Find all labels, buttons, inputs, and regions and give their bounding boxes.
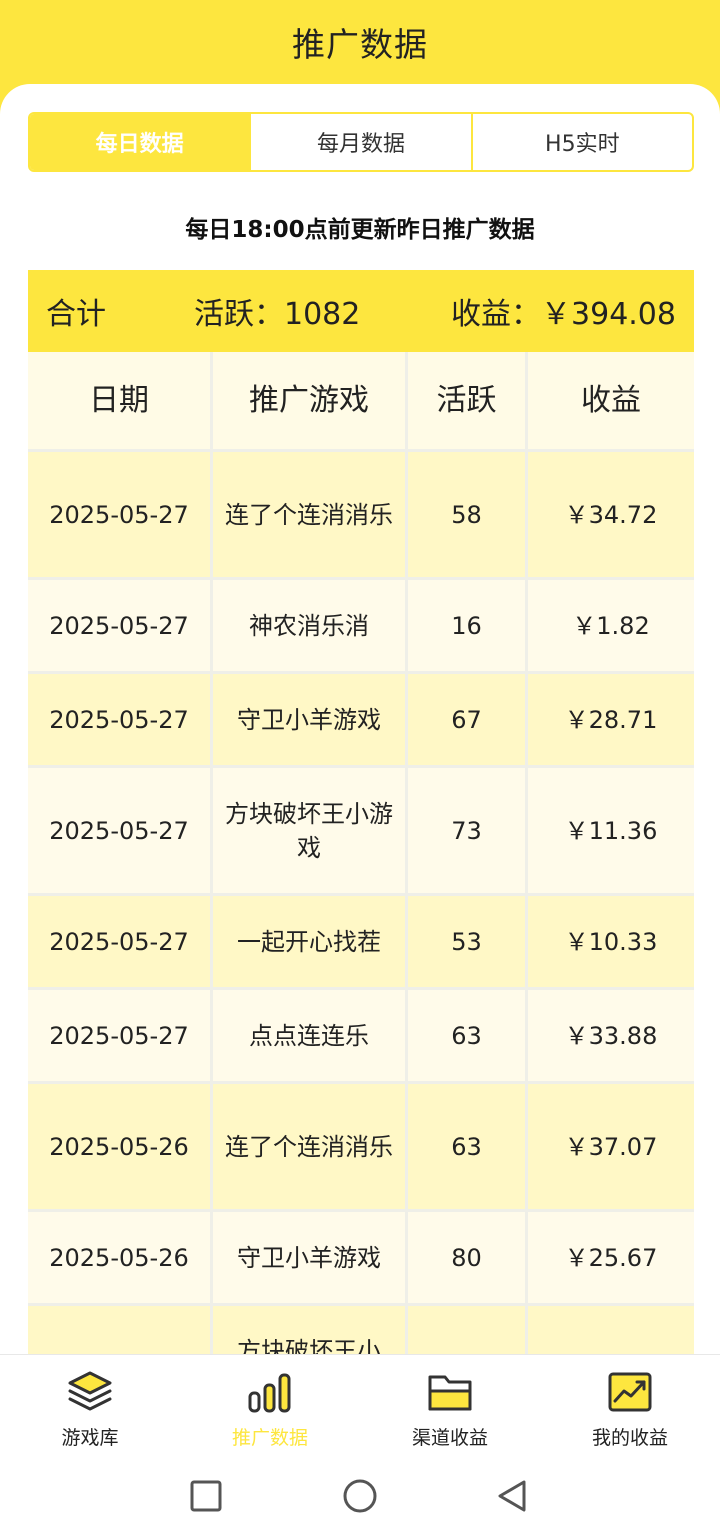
header-income: 收益 [581,382,641,418]
back-triangle-icon[interactable] [492,1476,532,1516]
cell-income: ￥37.07 [564,1132,658,1161]
cell-date: 2025-05-27 [28,452,213,577]
cell-date: 2025-05-27 [28,896,213,987]
tab-monthly[interactable]: 每月数据 [251,114,473,170]
table-row[interactable]: 2025-05-27 连了个连消消乐 58 ￥34.72 [28,452,694,580]
cell-game: 守卫小羊游戏 [213,1212,408,1303]
recents-square-icon[interactable] [186,1476,226,1516]
cell-date [28,1306,213,1354]
trend-chart-icon [608,1372,652,1412]
table-row[interactable]: 2025-05-27 守卫小羊游戏 67 ￥28.71 [28,674,694,768]
cell-active: 63 [408,990,528,1081]
cell-game: 神农消乐消 [213,580,408,671]
cell-game: 点点连连乐 [213,990,408,1081]
data-table: 日期 推广游戏 活跃 收益 2025-05-27 连了个连消消乐 58 ￥34.… [28,352,694,1354]
cell-game: 连了个连消消乐 [213,452,408,577]
cell-income: ￥25.67 [564,1243,658,1272]
table-row[interactable]: 方块破坏王小 [28,1306,694,1354]
cell-income: ￥28.71 [564,705,658,734]
cell-active: 67 [408,674,528,765]
cell-income: ￥33.88 [564,1021,658,1050]
summary-active: 活跃：1082 [194,297,361,332]
cell-game: 守卫小羊游戏 [213,674,408,765]
layers-icon [68,1371,112,1411]
cell-active: 80 [408,1212,528,1303]
update-notice: 每日18:00点前更新昨日推广数据 [185,217,535,243]
cell-income: ￥11.36 [564,816,658,845]
table-header-row: 日期 推广游戏 活跃 收益 [28,352,694,452]
cell-date: 2025-05-27 [28,580,213,671]
system-nav-bar [0,1458,720,1532]
nav-label: 游戏库 [61,1427,119,1449]
cell-active [408,1306,528,1354]
nav-game-library[interactable]: 游戏库 [0,1355,180,1458]
cell-game: 方块破坏王小 [213,1306,408,1354]
header-active: 活跃 [408,352,528,449]
header-game: 推广游戏 [213,352,408,449]
page-title: 推广数据 [292,25,428,64]
cell-game: 方块破坏王小游戏 [213,768,408,893]
cell-active: 73 [408,768,528,893]
nav-channel-income[interactable]: 渠道收益 [360,1355,540,1458]
summary-income: 收益：￥394.08 [451,297,676,332]
folder-icon [428,1375,472,1411]
table-row[interactable]: 2025-05-26 连了个连消消乐 63 ￥37.07 [28,1084,694,1212]
table-row[interactable]: 2025-05-27 点点连连乐 63 ￥33.88 [28,990,694,1084]
content-card: 每日数据 每月数据 H5实时 每日18:00点前更新昨日推广数据 合计 活跃：1… [0,84,720,1354]
cell-game: 连了个连消消乐 [213,1084,408,1209]
cell-active: 16 [408,580,528,671]
tab-daily[interactable]: 每日数据 [30,114,252,170]
cell-income: ￥1.82 [572,611,650,640]
table-row[interactable]: 2025-05-27 一起开心找茬 53 ￥10.33 [28,896,694,990]
cell-date: 2025-05-26 [28,1084,213,1209]
home-circle-icon[interactable] [340,1476,380,1516]
cell-date: 2025-05-27 [28,768,213,893]
nav-label: 渠道收益 [411,1427,488,1449]
nav-my-income[interactable]: 我的收益 [540,1355,720,1458]
nav-promo-data[interactable]: 推广数据 [180,1355,360,1458]
tab-bar: 每日数据 每月数据 H5实时 [28,112,694,172]
summary-bar: 合计 活跃：1082 收益：￥394.08 [28,270,694,352]
header-date: 日期 [28,352,213,449]
cell-income [528,1306,694,1354]
table-row[interactable]: 2025-05-26 守卫小羊游戏 80 ￥25.67 [28,1212,694,1306]
bottom-nav: 游戏库 推广数据 渠道收益 我的收益 [0,1354,720,1458]
cell-date: 2025-05-26 [28,1212,213,1303]
summary-label: 合计 [46,297,106,332]
tab-h5-realtime[interactable]: H5实时 [473,114,692,170]
cell-income: ￥34.72 [564,500,658,529]
table-row[interactable]: 2025-05-27 神农消乐消 16 ￥1.82 [28,580,694,674]
bar-chart-icon [248,1373,291,1413]
cell-active: 53 [408,896,528,987]
cell-active: 58 [408,452,528,577]
cell-income: ￥10.33 [564,927,658,956]
cell-game: 一起开心找茬 [213,896,408,987]
table-row[interactable]: 2025-05-27 方块破坏王小游戏 73 ￥11.36 [28,768,694,896]
cell-date: 2025-05-27 [28,990,213,1081]
nav-label: 推广数据 [231,1427,308,1449]
nav-label: 我的收益 [591,1427,668,1449]
cell-active: 63 [408,1084,528,1209]
cell-date: 2025-05-27 [28,674,213,765]
